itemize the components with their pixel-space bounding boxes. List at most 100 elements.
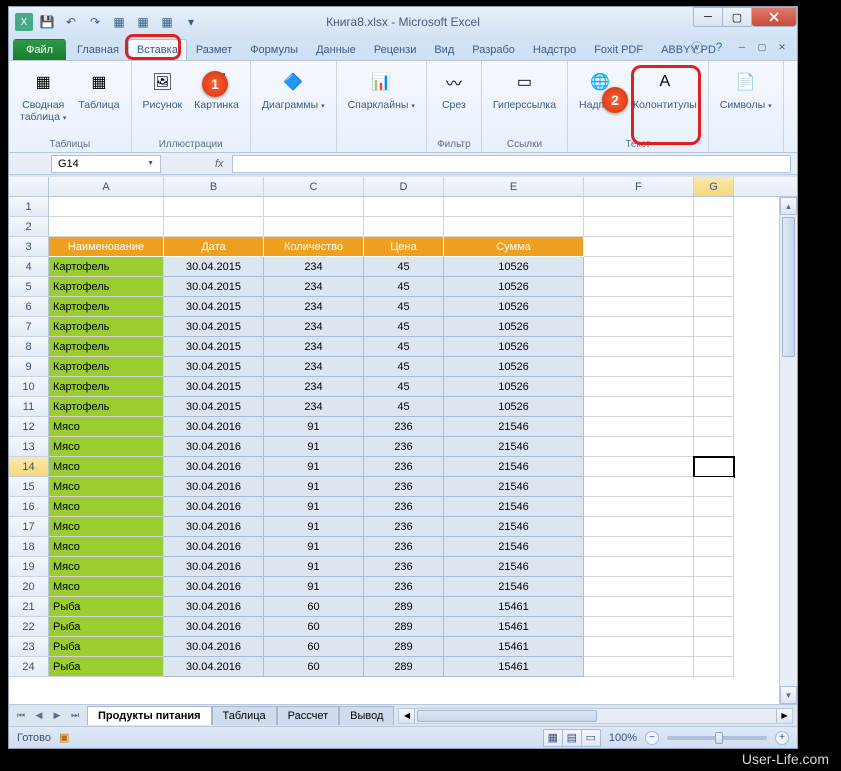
ribbon-сводная[interactable]: ▦Своднаятаблица ▾ — [15, 63, 71, 126]
view-normal-button[interactable]: ▦ — [543, 729, 563, 747]
cell[interactable]: 30.04.2015 — [164, 257, 264, 277]
cell[interactable]: Дата — [164, 237, 264, 257]
cell[interactable]: Мясо — [49, 537, 164, 557]
cell[interactable]: 30.04.2016 — [164, 457, 264, 477]
cell[interactable] — [584, 597, 694, 617]
cell[interactable]: 45 — [364, 397, 444, 417]
cell[interactable] — [694, 357, 734, 377]
row-header[interactable]: 13 — [9, 437, 49, 457]
cell[interactable]: 30.04.2016 — [164, 537, 264, 557]
cell[interactable]: 21546 — [444, 477, 584, 497]
cell[interactable]: 91 — [264, 437, 364, 457]
cell[interactable]: Картофель — [49, 317, 164, 337]
cell[interactable]: Рыба — [49, 637, 164, 657]
zoom-thumb[interactable] — [715, 732, 723, 744]
row-header[interactable]: 9 — [9, 357, 49, 377]
cell[interactable] — [584, 397, 694, 417]
row-header[interactable]: 22 — [9, 617, 49, 637]
cell[interactable] — [694, 497, 734, 517]
cell[interactable] — [164, 197, 264, 217]
cell[interactable]: 45 — [364, 377, 444, 397]
tab-формулы[interactable]: Формулы — [241, 39, 307, 60]
tab-данные[interactable]: Данные — [307, 39, 365, 60]
minimize-button[interactable]: ─ — [693, 7, 723, 27]
cell[interactable]: 236 — [364, 437, 444, 457]
ribbon-гиперссылка[interactable]: ▭Гиперссылка — [488, 63, 561, 115]
cell[interactable] — [364, 217, 444, 237]
cell[interactable]: 234 — [264, 317, 364, 337]
tab-надстро[interactable]: Надстро — [524, 39, 585, 60]
cell[interactable] — [584, 357, 694, 377]
ribbon-рисунок[interactable]: 🖼Рисунок — [138, 63, 188, 115]
cell[interactable]: 60 — [264, 617, 364, 637]
cell[interactable] — [584, 437, 694, 457]
cell[interactable] — [584, 557, 694, 577]
cell[interactable]: Мясо — [49, 417, 164, 437]
ribbon-символы[interactable]: 📄Символы ▾ — [715, 63, 777, 115]
cell[interactable] — [49, 217, 164, 237]
cell[interactable]: 10526 — [444, 317, 584, 337]
cell[interactable] — [584, 537, 694, 557]
zoom-out-button[interactable]: − — [645, 731, 659, 745]
cell[interactable]: 60 — [264, 597, 364, 617]
cell[interactable]: Мясо — [49, 437, 164, 457]
row-header[interactable]: 10 — [9, 377, 49, 397]
cell[interactable] — [584, 477, 694, 497]
cell[interactable] — [694, 197, 734, 217]
cell[interactable] — [584, 237, 694, 257]
cell[interactable]: 234 — [264, 257, 364, 277]
cell[interactable]: 91 — [264, 557, 364, 577]
cell[interactable]: 21546 — [444, 497, 584, 517]
cell[interactable] — [584, 317, 694, 337]
cell[interactable] — [584, 277, 694, 297]
row-header[interactable]: 15 — [9, 477, 49, 497]
qat-save-icon[interactable]: 💾 — [37, 12, 57, 32]
ribbon-таблица[interactable]: ▦Таблица — [73, 63, 124, 126]
cell[interactable] — [444, 197, 584, 217]
view-page-break-button[interactable]: ▭ — [581, 729, 601, 747]
scroll-left-button[interactable]: ◀ — [399, 709, 415, 723]
mdi-close[interactable]: ✕ — [773, 40, 791, 54]
cell[interactable] — [584, 337, 694, 357]
cell[interactable] — [694, 257, 734, 277]
cell[interactable]: 30.04.2015 — [164, 277, 264, 297]
cell[interactable] — [694, 317, 734, 337]
cell[interactable] — [584, 257, 694, 277]
ribbon-диаграммы[interactable]: 🔷Диаграммы ▾ — [257, 63, 330, 115]
select-all-corner[interactable] — [9, 177, 49, 196]
tab-рецензи[interactable]: Рецензи — [365, 39, 426, 60]
cell[interactable]: 289 — [364, 617, 444, 637]
row-header[interactable]: 4 — [9, 257, 49, 277]
cell[interactable]: 91 — [264, 537, 364, 557]
cell[interactable]: 30.04.2015 — [164, 357, 264, 377]
cell[interactable] — [49, 197, 164, 217]
scroll-down-button[interactable]: ▼ — [780, 686, 797, 704]
cell[interactable]: 236 — [364, 457, 444, 477]
horizontal-scrollbar[interactable]: ◀ ▶ — [398, 708, 793, 724]
cell[interactable] — [694, 217, 734, 237]
cell[interactable] — [694, 277, 734, 297]
cell[interactable]: 30.04.2016 — [164, 557, 264, 577]
cell[interactable]: 15461 — [444, 597, 584, 617]
cell[interactable]: 21546 — [444, 457, 584, 477]
close-button[interactable] — [751, 7, 797, 27]
cell[interactable]: 10526 — [444, 337, 584, 357]
column-header-E[interactable]: E — [444, 177, 584, 196]
cell[interactable] — [694, 377, 734, 397]
qat-redo-icon[interactable]: ↷ — [85, 12, 105, 32]
cell[interactable]: 91 — [264, 497, 364, 517]
mdi-restore[interactable]: ▢ — [753, 40, 771, 54]
qat-btn-1[interactable]: ▦ — [109, 12, 129, 32]
sheet-tab[interactable]: Рассчет — [277, 706, 340, 725]
cell[interactable] — [264, 197, 364, 217]
cell[interactable]: 236 — [364, 537, 444, 557]
cell[interactable]: 91 — [264, 517, 364, 537]
sheet-tab-active[interactable]: Продукты питания — [87, 706, 212, 725]
cell[interactable] — [584, 577, 694, 597]
view-page-layout-button[interactable]: ▤ — [562, 729, 582, 747]
row-header[interactable]: 1 — [9, 197, 49, 217]
column-header-G[interactable]: G — [694, 177, 734, 196]
cell[interactable]: Рыба — [49, 657, 164, 677]
cell[interactable]: 15461 — [444, 637, 584, 657]
scroll-right-button[interactable]: ▶ — [776, 709, 792, 723]
